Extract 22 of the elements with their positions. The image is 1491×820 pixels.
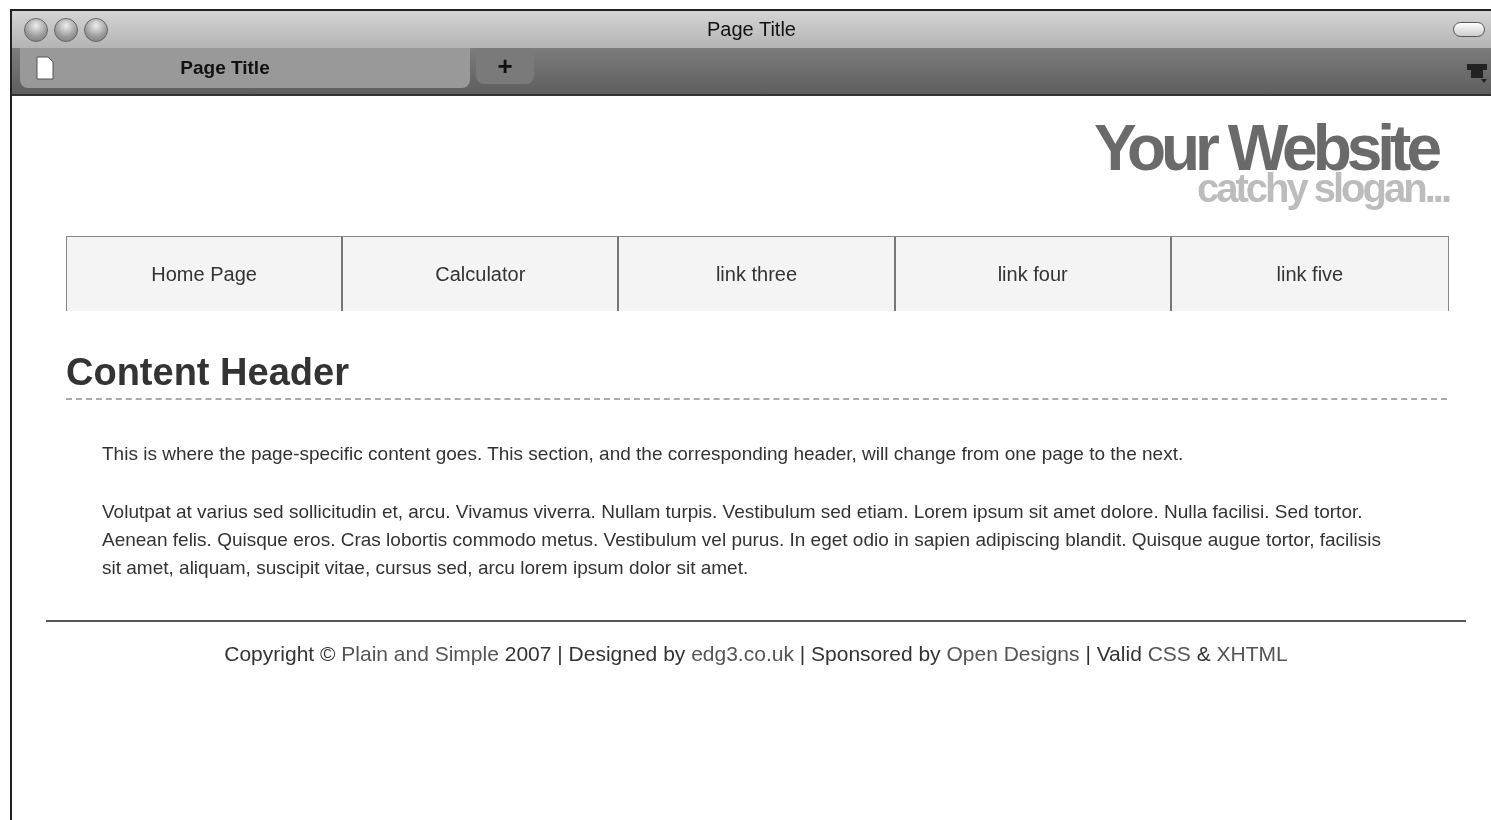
minimize-button[interactable] bbox=[54, 17, 78, 42]
paragraph: Volutpat at varius sed sollicitudin et, arcu. Vivamus viverra. Nullam turpis. Vestibulum sed etiam. Lorem ipsum sit amet dolore. Nulla facilisi. Sed tortor. Aenean felis. Quisque eros. Cras lobortis commodo metus. Vestibulum vel purus. In eget odio in sapien adipiscing blandit. Quisque augue tortor, facilisis sit amet, aliquam, suscipit vitae, cursus sed, arcu lorem ipsum dolor sit amet. bbox=[102, 500, 1382, 580]
document-icon bbox=[36, 56, 54, 80]
footer-text: Copyright © Plain and Simple 2007 | Designed by edg3.co.uk | Sponsored by Open Designs | Valid CSS & XHTML bbox=[223, 642, 1289, 666]
window-title: Page Title bbox=[707, 18, 796, 40]
nav-link[interactable]: link five bbox=[1171, 237, 1448, 311]
footer-link[interactable]: Plain and Simple bbox=[341, 642, 499, 665]
footer-link[interactable]: edg3.co.uk bbox=[691, 642, 794, 665]
nav-link[interactable]: Calculator bbox=[343, 237, 620, 311]
nav-link[interactable]: Home Page bbox=[67, 237, 344, 311]
footer-link[interactable]: Open Designs bbox=[946, 642, 1080, 665]
nav-link[interactable]: link four bbox=[895, 237, 1172, 311]
browser-tab[interactable]: Page Title bbox=[20, 48, 470, 88]
zoom-button[interactable] bbox=[84, 17, 108, 42]
nav-link[interactable]: link three bbox=[619, 237, 896, 311]
content-header: Content Header bbox=[66, 351, 1447, 400]
footer-link[interactable]: XHTML bbox=[1216, 642, 1288, 665]
toolbar-toggle-button[interactable] bbox=[1453, 22, 1485, 37]
paragraph: This is where the page-specific content goes. This section, and the corresponding header, will change from one page to the next. bbox=[102, 442, 1185, 466]
close-button[interactable] bbox=[24, 17, 48, 42]
footer-link[interactable]: CSS bbox=[1147, 642, 1191, 665]
tab-overflow-icon[interactable] bbox=[1465, 62, 1489, 84]
